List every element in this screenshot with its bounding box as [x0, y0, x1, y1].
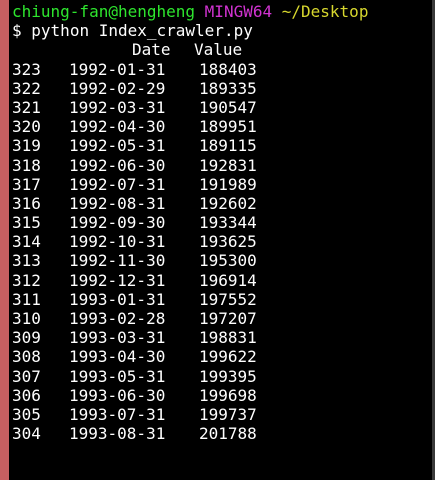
- row-index: 321: [12, 97, 41, 117]
- row-value: 191989: [199, 174, 257, 194]
- row-index: 311: [12, 289, 41, 309]
- row-value: 190547: [199, 97, 257, 117]
- row-value: 192602: [199, 193, 257, 213]
- table-row: 322 1992-02-29 189335: [12, 79, 429, 98]
- row-date: 1993-05-31: [69, 366, 166, 386]
- table-header: Date Value: [12, 40, 429, 59]
- table-row: 315 1992-09-30 193344: [12, 213, 429, 232]
- row-value: 193625: [199, 232, 257, 252]
- row-index: 314: [12, 232, 41, 252]
- row-index: 310: [12, 309, 41, 328]
- prompt-shell-name: MINGW64: [204, 2, 273, 21]
- row-date: 1992-01-31: [69, 59, 166, 79]
- row-date: 1993-03-31: [69, 328, 166, 348]
- table-row: 310 1993-02-28 197207: [12, 309, 429, 328]
- table-row: 318 1992-06-30 192831: [12, 156, 429, 175]
- row-value: 189115: [199, 136, 257, 156]
- prompt-path: ~/Desktop: [281, 2, 369, 21]
- row-date: 1992-03-31: [69, 97, 166, 117]
- table-row: 305 1993-07-31 199737: [12, 405, 429, 424]
- row-value: 188403: [199, 59, 257, 79]
- command-text: python Index_crawler.py: [31, 21, 253, 41]
- row-date: 1993-01-31: [69, 289, 166, 309]
- row-value: 197552: [199, 289, 257, 309]
- row-index: 308: [12, 347, 41, 367]
- row-index: 320: [12, 117, 41, 137]
- row-value: 192831: [199, 155, 257, 175]
- table-row: 313 1992-11-30 195300: [12, 251, 429, 270]
- row-date: 1993-06-30: [69, 385, 166, 405]
- table-row: 314 1992-10-31 193625: [12, 232, 429, 251]
- row-date: 1992-02-29: [69, 78, 166, 98]
- row-value: 195300: [199, 251, 257, 271]
- table-row: 311 1993-01-31 197552: [12, 290, 429, 309]
- row-index: 317: [12, 174, 41, 194]
- row-index: 315: [12, 213, 41, 233]
- table-row: 316 1992-08-31 192602: [12, 194, 429, 213]
- row-value: 199395: [199, 366, 257, 386]
- row-index: 318: [12, 155, 41, 175]
- row-index: 322: [12, 78, 41, 98]
- terminal-output: chiung-fan@hengheng MINGW64 ~/Desktop $ …: [12, 2, 429, 443]
- row-value: 199698: [199, 385, 257, 405]
- row-value: 189951: [199, 117, 257, 137]
- row-index: 309: [12, 328, 41, 348]
- window-left-border: [0, 0, 9, 480]
- prompt-user-host: chiung-fan@hengheng: [12, 2, 196, 21]
- row-date: 1992-10-31: [69, 232, 166, 252]
- row-date: 1992-08-31: [69, 193, 166, 213]
- row-date: 1992-12-31: [69, 270, 166, 290]
- table-row: 308 1993-04-30 199622: [12, 347, 429, 366]
- row-value: 199737: [199, 404, 257, 424]
- row-index: 305: [12, 404, 41, 424]
- row-index: 306: [12, 385, 41, 405]
- row-index: 316: [12, 193, 41, 213]
- prompt-line: chiung-fan@hengheng MINGW64 ~/Desktop: [12, 2, 429, 21]
- row-value: 198831: [199, 328, 257, 348]
- row-value: 197207: [199, 309, 257, 328]
- table-row: 319 1992-05-31 189115: [12, 136, 429, 155]
- row-index: 312: [12, 270, 41, 290]
- row-value: 193344: [199, 213, 257, 233]
- table-row: 321 1992-03-31 190547: [12, 98, 429, 117]
- table-row: 312 1992-12-31 196914: [12, 271, 429, 290]
- command-line: $ python Index_crawler.py: [12, 21, 429, 40]
- prompt-symbol: $: [12, 21, 22, 41]
- table-row: 317 1992-07-31 191989: [12, 175, 429, 194]
- table-row: 320 1992-04-30 189951: [12, 117, 429, 136]
- row-date: 1992-05-31: [69, 136, 166, 156]
- row-index: 319: [12, 136, 41, 156]
- row-index: 313: [12, 251, 41, 271]
- column-header-value: Value: [194, 40, 243, 60]
- row-index: 323: [12, 59, 41, 79]
- table-row: 306 1993-06-30 199698: [12, 386, 429, 405]
- table-body: 323 1992-01-31 188403 322 1992-02-29 189335 32…: [12, 60, 429, 444]
- row-value: 201788: [199, 424, 257, 444]
- row-index: 304: [12, 424, 41, 444]
- table-row: 323 1992-01-31 188403: [12, 60, 429, 79]
- row-date: 1992-04-30: [69, 117, 166, 137]
- row-value: 199622: [199, 347, 257, 367]
- row-value: 189335: [199, 78, 257, 98]
- row-date: 1992-06-30: [69, 155, 166, 175]
- column-header-date: Date: [132, 40, 171, 60]
- row-date: 1992-09-30: [69, 213, 166, 233]
- table-row: 307 1993-05-31 199395: [12, 367, 429, 386]
- table-row: 304 1993-08-31 201788: [12, 424, 429, 443]
- terminal-window[interactable]: chiung-fan@hengheng MINGW64 ~/Desktop $ …: [0, 0, 435, 480]
- table-row: 309 1993-03-31 198831: [12, 328, 429, 347]
- row-date: 1993-04-30: [69, 347, 166, 367]
- row-value: 196914: [199, 270, 257, 290]
- row-date: 1993-07-31: [69, 404, 166, 424]
- row-index: 307: [12, 366, 41, 386]
- row-date: 1992-07-31: [69, 174, 166, 194]
- row-date: 1993-02-28: [69, 309, 166, 328]
- row-date: 1992-11-30: [69, 251, 166, 271]
- row-date: 1993-08-31: [69, 424, 166, 444]
